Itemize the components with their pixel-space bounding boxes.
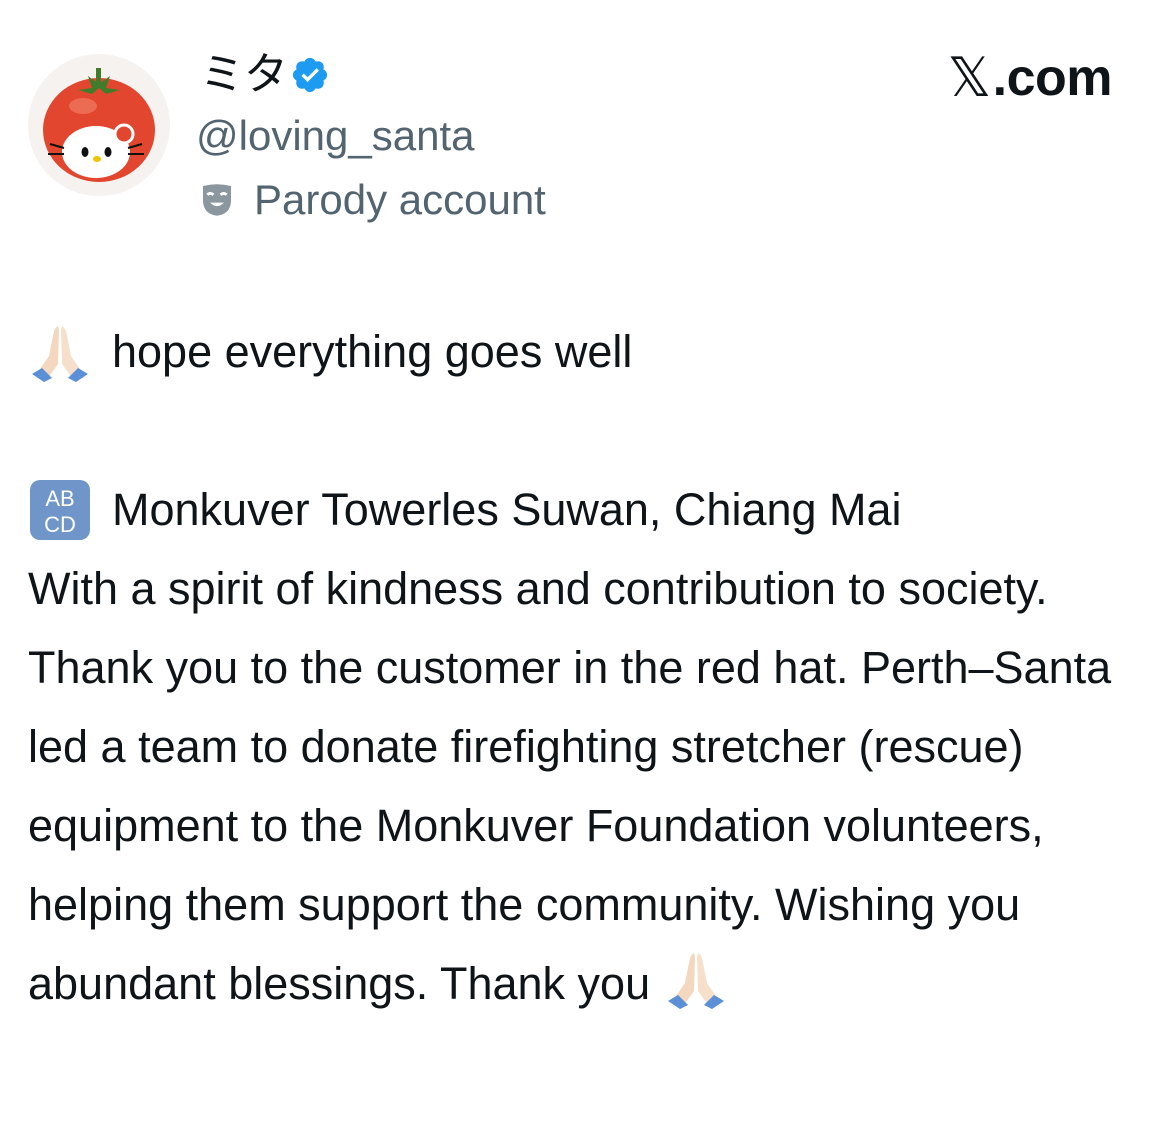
tweet-location-text: Monkuver Towerles Suwan, Chiang Mai	[112, 484, 902, 535]
tweet-line-1: hope everything goes well	[28, 312, 1138, 391]
user-handle[interactable]: @loving_santa	[196, 110, 474, 162]
tweet-body-text: With a spirit of kindness and contributi…	[28, 563, 1112, 1009]
hello-kitty-tomato-avatar-icon	[28, 54, 170, 196]
parody-label-row: Parody account	[196, 174, 546, 226]
folded-hands-icon	[668, 953, 725, 1009]
parody-account-label: Parody account	[254, 176, 546, 223]
verified-badge-icon	[292, 57, 328, 93]
x-com-logo: 𝕏 .com	[947, 48, 1113, 108]
theater-mask-icon	[203, 184, 231, 216]
tweet-text: hope everything goes well AB CD Monkuver…	[28, 312, 1138, 1023]
brand-domain: .com	[992, 49, 1113, 107]
svg-text:CD: CD	[44, 512, 76, 537]
display-name[interactable]: ミタ	[200, 48, 288, 102]
svg-text:AB: AB	[45, 486, 74, 511]
tweet-line-1-text: hope everything goes well	[112, 326, 633, 377]
tweet-body-paragraph: With a spirit of kindness and contributi…	[28, 549, 1128, 1023]
abcd-input-icon: AB CD	[30, 479, 90, 540]
folded-hands-icon	[32, 325, 88, 382]
tweet-spacer	[28, 391, 1138, 470]
tweet-line-2: AB CD Monkuver Towerles Suwan, Chiang Ma…	[28, 470, 1138, 549]
avatar[interactable]	[28, 54, 170, 196]
x-logo-icon: 𝕏	[947, 48, 992, 108]
